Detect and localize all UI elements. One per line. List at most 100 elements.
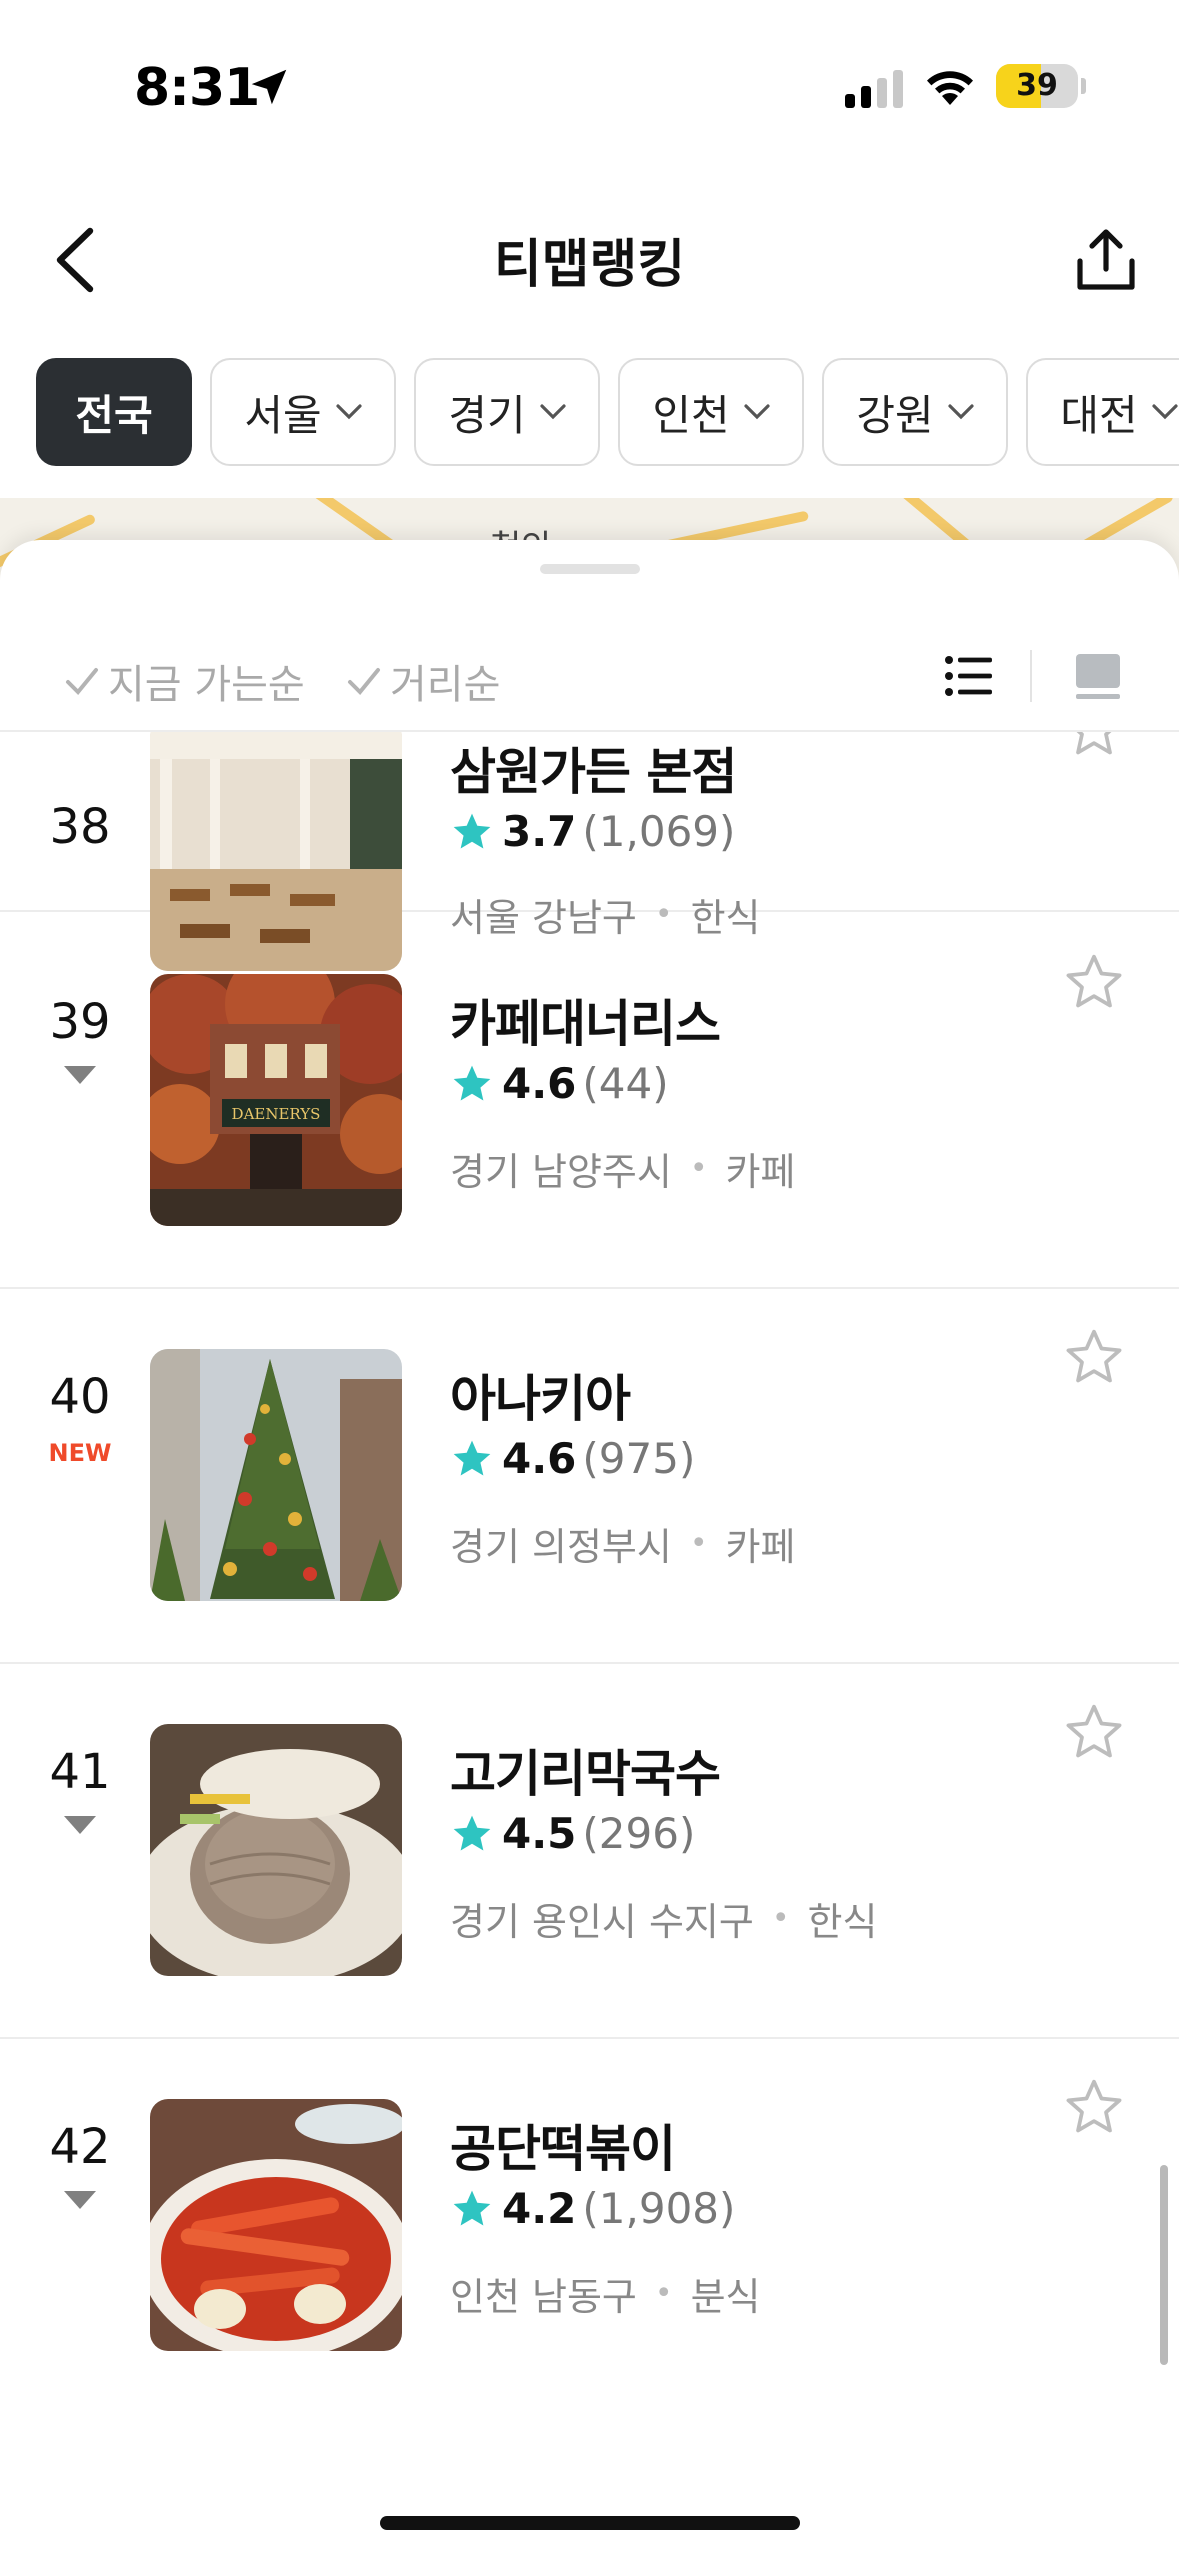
restaurant-region: 경기 용인시 수지구 xyxy=(450,1900,754,1944)
list-item[interactable]: 39 DAENERYS 카페대너리스 4.6 (44) 경기 남양주시 • 카페 xyxy=(0,914,1179,1289)
chip-region-seoul[interactable]: 서울 xyxy=(210,358,396,466)
rank-number: 42 xyxy=(49,2119,111,2175)
rating: 4.6 (975) xyxy=(450,1434,695,1483)
restaurant-name: 카페대너리스 xyxy=(450,995,721,1053)
rating-score: 4.6 xyxy=(502,1434,577,1483)
restaurant-region: 경기 의정부시 xyxy=(450,1525,672,1569)
star-filled-icon xyxy=(453,1815,491,1850)
list-item[interactable]: 42 공단떡볶이 4.2 (1,908) 인천 남동구 • 분식 xyxy=(0,2039,1179,2414)
chip-region-gangwon[interactable]: 강원 xyxy=(822,358,1008,466)
rating-score: 4.2 xyxy=(502,2184,577,2233)
status-bar: 8:31 39 xyxy=(0,0,1179,170)
sort-now-open[interactable]: 지금 가는순 xyxy=(64,652,305,710)
restaurant-category: 카페 xyxy=(725,1150,796,1194)
review-count: (1,069) xyxy=(582,807,736,856)
chip-label: 서울 xyxy=(244,390,322,440)
rank-down-icon xyxy=(64,1066,96,1084)
chip-region-daejeon[interactable]: 대전 xyxy=(1026,358,1179,466)
rating-score: 4.5 xyxy=(502,1809,577,1858)
card-view-icon[interactable] xyxy=(1072,650,1124,702)
sort-distance[interactable]: 거리순 xyxy=(346,652,500,710)
share-icon[interactable] xyxy=(1070,225,1142,297)
chevron-down-icon xyxy=(744,404,770,420)
new-badge: NEW xyxy=(48,1439,112,1467)
rank-number: 38 xyxy=(49,799,111,855)
check-icon xyxy=(66,668,98,695)
star-filled-icon xyxy=(453,1065,491,1100)
sort-option-label: 거리순 xyxy=(390,662,501,708)
rating-score: 3.7 xyxy=(502,807,577,856)
star-outline-icon[interactable] xyxy=(1062,950,1126,1014)
restaurant-thumbnail xyxy=(150,1349,402,1601)
restaurant-region: 인천 남동구 xyxy=(450,2275,637,2319)
restaurant-category: 분식 xyxy=(690,2275,761,2319)
battery-level: 39 xyxy=(1016,68,1058,103)
restaurant-name: 고기리막국수 xyxy=(450,1745,721,1803)
chevron-down-icon xyxy=(336,404,362,420)
chevron-down-icon xyxy=(948,404,974,420)
sheet-grabber[interactable] xyxy=(540,564,640,574)
rating-score: 4.6 xyxy=(502,1059,577,1108)
list-item[interactable]: 40 NEW 아나키아 4.6 (975) 경기 의정부시 • 카페 xyxy=(0,1289,1179,1664)
restaurant-category: 카페 xyxy=(725,1525,796,1569)
star-filled-icon xyxy=(453,2190,491,2225)
sign-text: DAENERYS xyxy=(232,1105,321,1123)
review-count: (44) xyxy=(582,1059,669,1108)
signal-icon xyxy=(845,70,903,108)
view-divider xyxy=(1030,650,1032,702)
review-count: (1,908) xyxy=(582,2184,736,2233)
rank-number: 41 xyxy=(49,1744,111,1800)
wifi-icon xyxy=(927,71,973,105)
restaurant-meta: 경기 용인시 수지구 • 한식 xyxy=(450,1891,877,1946)
sort-option-label: 지금 가는순 xyxy=(108,662,305,708)
chevron-down-icon xyxy=(1152,404,1178,420)
restaurant-meta: 경기 남양주시 • 카페 xyxy=(450,1141,795,1196)
check-icon xyxy=(348,668,380,695)
restaurant-thumbnail xyxy=(150,1724,402,1976)
rank-down-icon xyxy=(64,1816,96,1834)
battery-icon: 39 xyxy=(996,64,1078,108)
star-outline-icon[interactable] xyxy=(1062,1700,1126,1764)
restaurant-category: 한식 xyxy=(807,1900,878,1944)
restaurant-region: 경기 남양주시 xyxy=(450,1150,672,1194)
ranking-list: 38 삼원가든 본점 3.7 (1,069) 서울 강남구 • 한식 39 DA… xyxy=(0,732,1179,2556)
region-filter-bar: 전국 서울 경기 인천 강원 대전 xyxy=(36,358,1179,466)
chip-label: 전국 xyxy=(75,390,153,440)
chip-label: 대전 xyxy=(1060,390,1138,440)
list-view-icon[interactable] xyxy=(944,654,992,698)
review-count: (296) xyxy=(582,1809,696,1858)
restaurant-name: 삼원가든 본점 xyxy=(450,743,737,801)
restaurant-meta: 경기 의정부시 • 카페 xyxy=(450,1516,795,1571)
star-filled-icon xyxy=(453,1440,491,1475)
list-item[interactable]: 41 고기리막국수 4.5 (296) 경기 용인시 수지구 • 한식 xyxy=(0,1664,1179,2039)
home-indicator[interactable] xyxy=(380,2516,800,2530)
chevron-down-icon xyxy=(540,404,566,420)
ranking-sheet: 지금 가는순 거리순 38 삼원가든 본점 3.7 (1,069) 서울 강남구… xyxy=(0,540,1179,2556)
chip-label: 강원 xyxy=(856,390,934,440)
rating: 3.7 (1,069) xyxy=(450,807,735,856)
restaurant-thumbnail: DAENERYS xyxy=(150,974,402,1226)
star-filled-icon xyxy=(453,813,491,848)
chip-region-all[interactable]: 전국 xyxy=(36,358,192,466)
rank-number: 39 xyxy=(49,994,111,1050)
rating: 4.6 (44) xyxy=(450,1059,669,1108)
page-title: 티맵랭킹 xyxy=(493,235,686,295)
location-arrow-icon xyxy=(251,69,287,105)
restaurant-name: 아나키아 xyxy=(450,1370,631,1428)
rating: 4.2 (1,908) xyxy=(450,2184,735,2233)
chip-region-gyeonggi[interactable]: 경기 xyxy=(414,358,600,466)
chip-region-incheon[interactable]: 인천 xyxy=(618,358,804,466)
status-time: 8:31 xyxy=(134,58,260,118)
review-count: (975) xyxy=(582,1434,696,1483)
rank-down-icon xyxy=(64,2191,96,2209)
star-outline-icon[interactable] xyxy=(1062,1325,1126,1389)
restaurant-name: 공단떡볶이 xyxy=(450,2120,676,2178)
scrollbar[interactable] xyxy=(1160,2165,1168,2365)
star-outline-icon[interactable] xyxy=(1062,732,1126,761)
star-outline-icon[interactable] xyxy=(1062,2075,1126,2139)
rank-number: 40 xyxy=(49,1369,111,1425)
restaurant-thumbnail xyxy=(150,2099,402,2351)
restaurant-meta: 인천 남동구 • 분식 xyxy=(450,2266,761,2321)
chip-label: 경기 xyxy=(448,390,526,440)
list-item[interactable]: 38 삼원가든 본점 3.7 (1,069) 서울 강남구 • 한식 xyxy=(0,732,1179,971)
